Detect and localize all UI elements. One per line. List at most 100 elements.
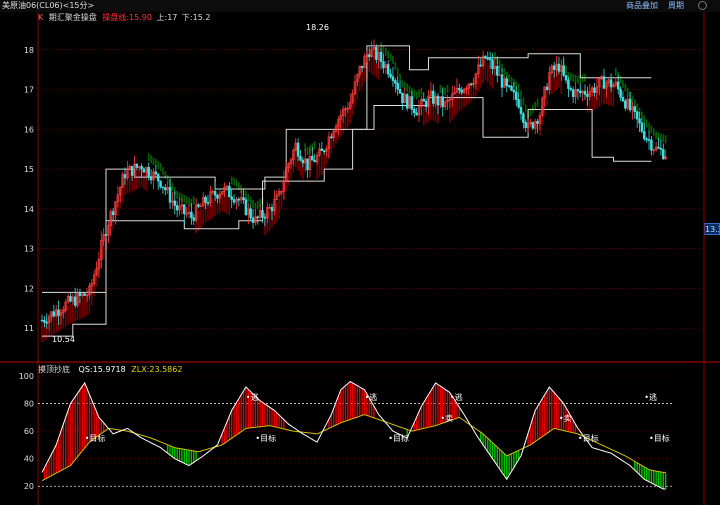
sub-y-tick-label: 80 [24,400,34,409]
candle-body [621,96,625,102]
candle-body [524,122,527,129]
candle-body [488,58,492,61]
candle-body [619,88,622,98]
candle-body [270,207,274,212]
candle-body [436,95,440,106]
candle-body [624,100,627,109]
candle-body [83,293,86,296]
candle-body [662,149,665,160]
candle-body [320,148,324,152]
candle-body [432,90,435,104]
candle-body [296,142,300,157]
candle-body [500,74,504,88]
candle-body [647,139,651,141]
candle-body [57,309,60,316]
candle-body [164,187,167,191]
candle-body [154,171,158,175]
candle-body [142,168,146,173]
candle-body [228,185,231,198]
candle-body [192,217,196,221]
candle-body [512,89,516,93]
candle-body [301,159,305,164]
candle-body [45,321,48,324]
candle-body [78,292,82,297]
main-y-tick-label: 18 [24,46,34,55]
candle-body [410,96,414,110]
signal-marker: •逃 [246,392,259,402]
candle-body [190,211,193,218]
candle-body [263,216,267,219]
candle-body [536,120,539,124]
candle-body [491,59,494,70]
candle-body [616,81,620,90]
candle-body [643,131,646,140]
candle-body [635,111,639,120]
candle-body [391,76,395,81]
candle-body [313,159,316,163]
signal-marker: •逃 [450,392,463,402]
candle-body [40,319,44,322]
candle-body [562,65,565,76]
candle-body [330,136,333,139]
candle-body [458,87,461,91]
candle-body [52,311,56,317]
candle-body [311,155,314,161]
signal-marker: •目标 [649,433,670,443]
candle-body [230,196,233,200]
candle-body [322,150,326,153]
candle-body [517,99,520,108]
candle-body [564,74,568,81]
candle-body [197,204,200,207]
sub-y-tick-label: 60 [24,427,34,436]
candle-body [379,51,383,62]
candle-body [586,94,589,97]
candle-body [484,55,487,59]
candle-body [638,118,641,124]
candle-body [213,190,217,196]
candle-body [405,94,409,109]
candle-body [367,54,371,57]
price-chart[interactable]: 11 12 13 14 15 16 17 18 20 40 60 80 100 •目标 •逃 •目标 •逃 •目标… [0,0,720,505]
candle-body [593,87,596,93]
candle-body [522,113,525,123]
signal-marker: •目标 [85,433,106,443]
candle-body [161,186,165,189]
candle-body [130,165,134,176]
candle-body [396,82,399,90]
candle-body [579,90,582,94]
candle-body [567,79,570,89]
candle-body [460,89,463,93]
main-y-tick-label: 15 [24,165,34,174]
candle-body [394,80,397,84]
envelope-lower-line [42,97,652,337]
candle-body [569,88,573,90]
candle-body [498,74,501,77]
candle-body [628,98,632,111]
zlx-line [41,414,666,482]
candle-body [441,96,444,108]
candle-body [633,106,637,112]
candle-body [232,199,236,203]
candle-body [256,216,260,219]
candle-body [545,86,549,90]
candle-body [496,65,499,76]
sub-y-tick-label: 20 [24,482,34,491]
candle-body [557,63,561,72]
candle-body [175,205,179,211]
candle-body [147,167,150,177]
candle-body [123,174,127,179]
candle-body [299,155,302,161]
candle-body [486,57,490,60]
candle-body [609,79,613,88]
candle-body [204,196,207,203]
main-y-tick-label: 11 [24,324,34,333]
candle-body [140,166,143,170]
candle-body [244,199,248,215]
candle-body [242,197,245,201]
candle-body [657,146,660,149]
signal-marker: •卖 [440,414,453,423]
candle-body [306,158,309,171]
candle-body [505,78,509,86]
candle-body [422,98,426,102]
candle-body [183,204,186,214]
